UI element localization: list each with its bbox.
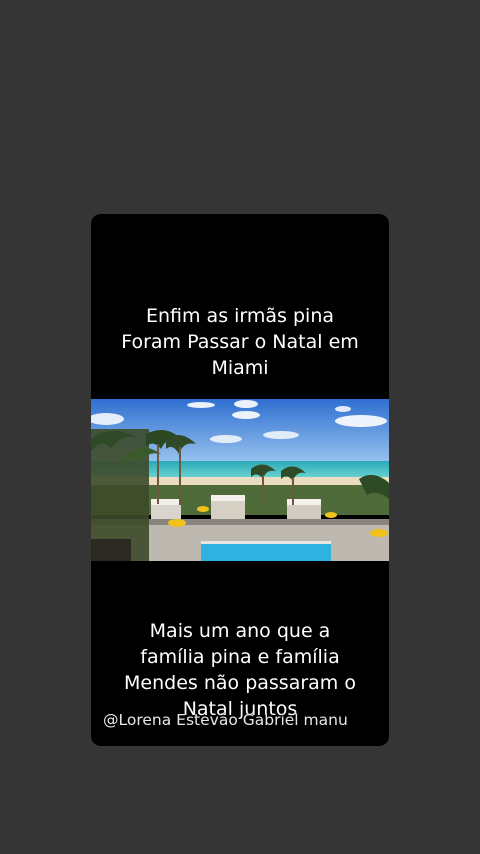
story-card[interactable]: Enfim as irmãs pina Foram Passar o Natal… (91, 214, 389, 746)
caption-bottom-line: família pina e família (140, 646, 340, 668)
caption-top-line: Enfim as irmãs pina (145, 305, 334, 327)
author-credit: @Lorena Estevão Gabriel manu (103, 711, 348, 729)
caption-bottom-line: Mendes não passaram o (124, 672, 356, 694)
miami-resort-photo (91, 399, 389, 561)
screen: Enfim as irmãs pina Foram Passar o Natal… (0, 0, 480, 854)
caption-top-line: Miami (211, 357, 269, 379)
caption-bottom: Mais um ano que a família pina e família… (91, 618, 389, 722)
caption-top: Enfim as irmãs pina Foram Passar o Natal… (91, 303, 389, 381)
caption-bottom-line: Mais um ano que a (149, 620, 331, 642)
caption-top-line: Foram Passar o Natal em (121, 331, 359, 353)
